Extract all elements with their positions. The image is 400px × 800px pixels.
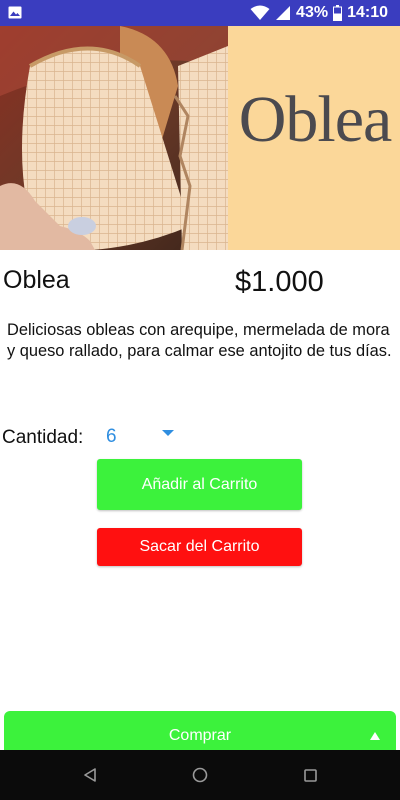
recents-button[interactable] (280, 750, 340, 800)
home-icon (192, 767, 208, 783)
product-name: Oblea (3, 266, 70, 294)
wifi-icon (250, 5, 270, 20)
buy-label: Comprar (168, 727, 232, 744)
quantity-dropdown[interactable]: 6 (100, 420, 190, 454)
recents-icon (303, 768, 317, 782)
battery-icon (333, 5, 343, 21)
battery-percent: 43% (296, 4, 329, 21)
back-button[interactable] (60, 750, 120, 800)
home-button[interactable] (170, 750, 230, 800)
product-image: Oblea (0, 26, 400, 250)
dropdown-arrow-icon (162, 430, 174, 436)
remove-from-cart-button[interactable]: Sacar del Carrito (97, 528, 302, 566)
product-price: $1.000 (235, 266, 324, 298)
oblea-photo (0, 26, 228, 250)
status-time: 14:10 (347, 4, 388, 21)
buy-button[interactable]: Comprar (4, 711, 396, 751)
navigation-bar (0, 750, 400, 800)
image-icon (8, 6, 22, 19)
quantity-label: Cantidad: (2, 427, 84, 448)
back-icon (84, 768, 96, 782)
status-bar: 43% 14:10 (0, 0, 400, 26)
product-description: Deliciosas obleas con arequipe, mermelad… (7, 321, 392, 360)
quantity-value: 6 (106, 426, 117, 447)
brand-text: Oblea (238, 83, 393, 156)
status-right: 43% 14:10 (250, 3, 388, 23)
expand-up-icon (370, 732, 380, 740)
signal-icon (276, 6, 291, 20)
add-to-cart-button[interactable]: Añadir al Carrito (97, 459, 302, 510)
